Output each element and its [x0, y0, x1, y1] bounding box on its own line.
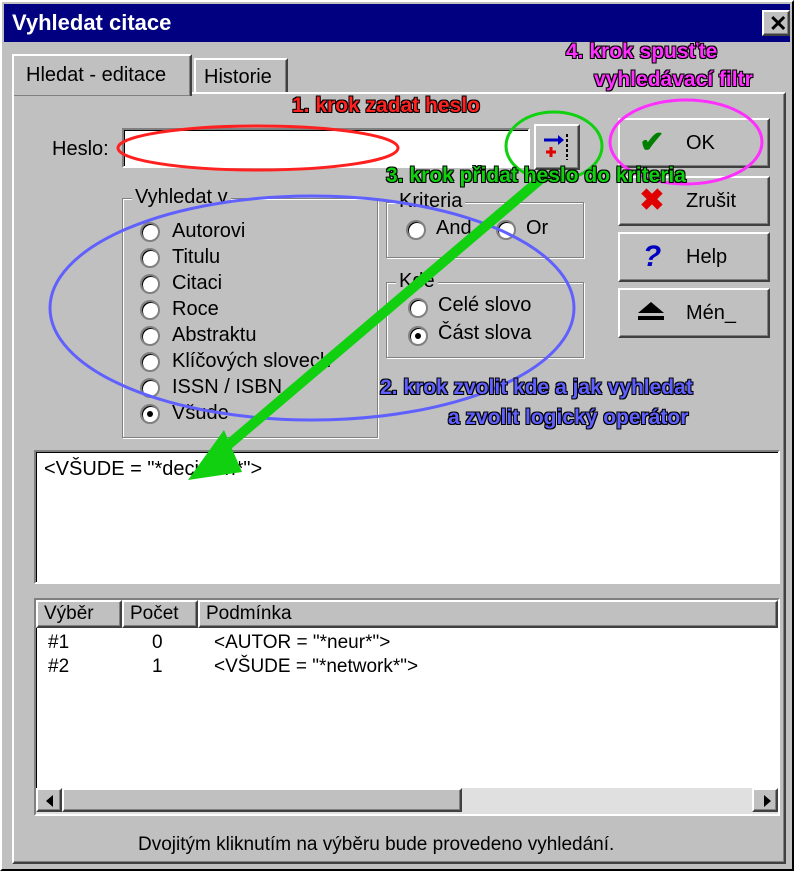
step2-annotation-line2: a zvolit logický operátor — [447, 406, 689, 430]
step1-ellipse — [116, 124, 400, 172]
step2-annotation-line1: 2. krok zvolit kde a jak vyhledat — [380, 376, 694, 400]
step3-annotation: 3. krok přidat heslo do kriteria — [386, 164, 687, 188]
step4-annotation-line2: vyhledávací filtr — [594, 68, 754, 92]
annotation-overlay — [48, 98, 764, 480]
step4-annotation-line1: 4. krok spusťte — [565, 40, 718, 64]
step1-annotation: 1. krok zadat heslo — [292, 94, 481, 118]
tab-search-edit-label: Hledat - editace — [26, 64, 167, 86]
tab-search-edit[interactable]: Hledat - editace — [12, 54, 192, 96]
search-citations-dialog: Vyhledat citace ✕ Hledat - editace Histo… — [0, 0, 794, 871]
